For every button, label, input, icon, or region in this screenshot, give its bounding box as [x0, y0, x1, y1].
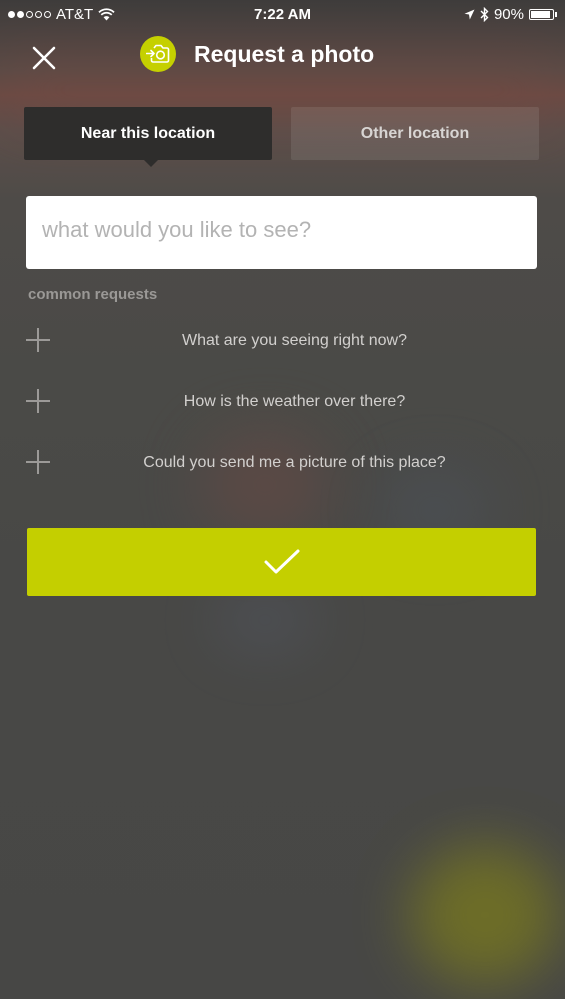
request-input[interactable]	[26, 196, 537, 269]
header: Request a photo	[0, 30, 565, 80]
common-request-text: How is the weather over there?	[183, 392, 406, 410]
checkmark-icon	[264, 549, 299, 574]
location-arrow-icon	[464, 9, 475, 19]
signal-strength-icon	[8, 10, 51, 18]
common-request-item[interactable]: How is the weather over there?	[24, 371, 541, 432]
common-request-item[interactable]: Could you send me a picture of this plac…	[24, 432, 541, 493]
wifi-icon	[98, 7, 115, 20]
common-request-text: Could you send me a picture of this plac…	[143, 453, 446, 471]
battery-percent: 90%	[493, 5, 524, 23]
common-request-item[interactable]: What are you seeing right now?	[24, 310, 541, 371]
plus-icon[interactable]	[26, 389, 50, 413]
plus-icon[interactable]	[26, 328, 50, 352]
carrier-name: AT&T	[56, 5, 94, 23]
battery-icon	[529, 8, 557, 20]
close-button[interactable]	[28, 42, 60, 74]
tab-other-location[interactable]: Other location	[291, 107, 539, 160]
common-request-text: What are you seeing right now?	[181, 331, 407, 349]
location-tabs: Near this location Other location	[24, 107, 540, 167]
tab-near-this-location[interactable]: Near this location	[24, 107, 272, 167]
camera-request-badge	[140, 36, 176, 72]
submit-button[interactable]	[27, 528, 536, 596]
common-requests-label: common requests	[28, 286, 158, 303]
status-bar: AT&T 7:22 AM 90%	[0, 0, 565, 28]
close-icon	[32, 46, 56, 70]
bluetooth-icon	[480, 6, 489, 22]
page-title: Request a photo	[194, 40, 375, 67]
common-requests-list: What are you seeing right now? How is th…	[24, 310, 541, 493]
plus-icon[interactable]	[26, 450, 50, 474]
camera-request-icon	[146, 44, 170, 63]
